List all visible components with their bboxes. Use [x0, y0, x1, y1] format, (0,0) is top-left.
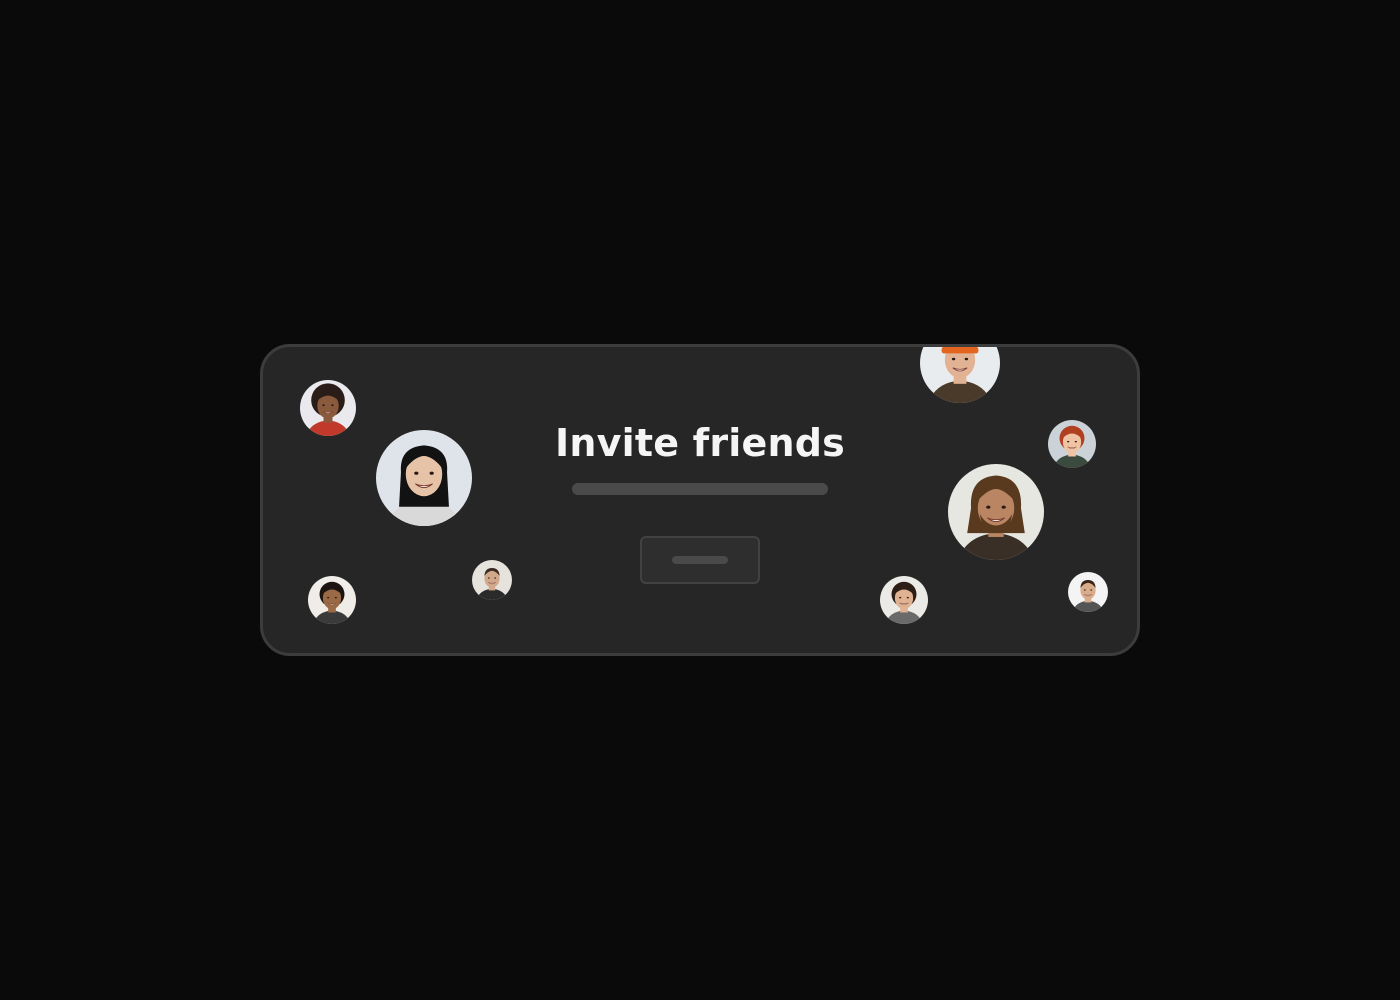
avatar-friend-7[interactable]	[948, 464, 1044, 560]
button-label-placeholder	[672, 556, 728, 564]
avatar-friend-3[interactable]	[308, 576, 356, 624]
avatar-friend-9[interactable]	[1068, 572, 1108, 612]
avatar-friend-4[interactable]	[472, 560, 512, 600]
avatar-photo	[948, 464, 1044, 560]
avatar-friend-8[interactable]	[880, 576, 928, 624]
avatar-photo	[472, 560, 512, 600]
invite-button[interactable]	[640, 536, 760, 584]
canvas: Invite friends	[0, 0, 1400, 1000]
avatar-friend-5[interactable]	[920, 347, 1000, 403]
avatar-photo	[880, 576, 928, 624]
avatar-photo	[920, 347, 1000, 403]
text-placeholder-bar	[572, 483, 828, 495]
avatar-photo	[308, 576, 356, 624]
invite-friends-card: Invite friends	[260, 344, 1140, 656]
card-title: Invite friends	[555, 421, 845, 465]
avatar-photo	[1068, 572, 1108, 612]
